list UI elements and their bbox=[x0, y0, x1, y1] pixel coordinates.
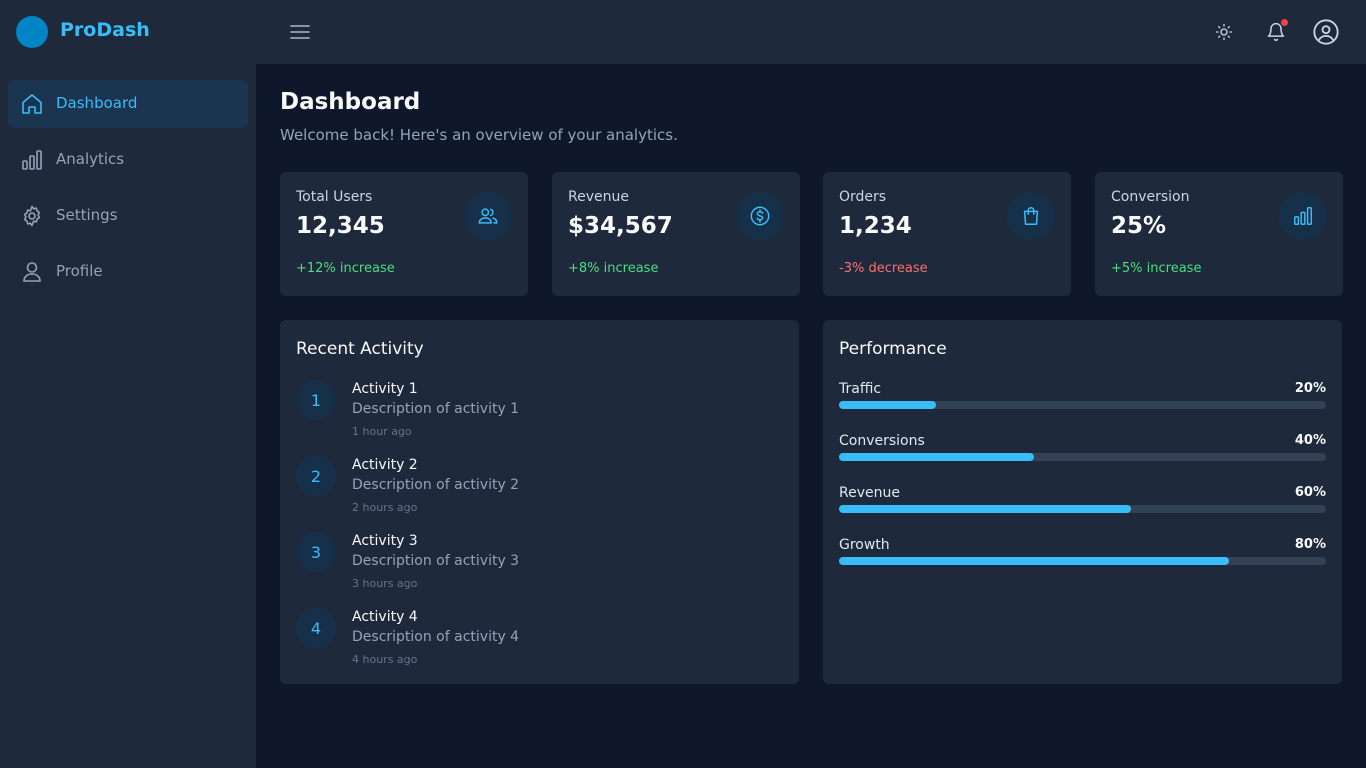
performance-label: Growth bbox=[839, 537, 890, 553]
activity-number-badge: 1 bbox=[296, 380, 336, 420]
progress-fill bbox=[839, 453, 1034, 461]
activity-description: Description of activity 1 bbox=[352, 401, 520, 417]
progress-track bbox=[839, 505, 1326, 513]
sidebar-item-settings[interactable]: Settings bbox=[8, 192, 248, 240]
activity-item[interactable]: 1 Activity 1 Description of activity 1 1… bbox=[296, 380, 776, 452]
stat-label: Orders bbox=[839, 189, 887, 205]
activity-number-badge: 4 bbox=[296, 608, 336, 648]
stat-card-users: Total Users 12,345 +12% increase bbox=[280, 172, 528, 296]
page-subtitle: Welcome back! Here's an overview of your… bbox=[280, 126, 678, 144]
performance-value: 20% bbox=[1294, 381, 1326, 396]
activity-time: 3 hours ago bbox=[352, 577, 418, 590]
shopping-bag-icon bbox=[1023, 207, 1039, 225]
performance-value: 80% bbox=[1294, 537, 1326, 552]
activity-title: Activity 4 bbox=[352, 609, 418, 625]
sidebar-item-label: Profile bbox=[56, 262, 103, 280]
gear-icon bbox=[23, 205, 41, 227]
performance-row-revenue: Revenue 60% bbox=[839, 485, 1326, 525]
panel-title: Performance bbox=[839, 339, 947, 359]
hamburger-icon bbox=[290, 25, 310, 39]
sidebar-item-label: Analytics bbox=[56, 150, 125, 168]
performance-label: Traffic bbox=[839, 381, 882, 397]
profile-menu-button[interactable] bbox=[1312, 18, 1340, 46]
progress-fill bbox=[839, 557, 1229, 565]
stat-change: +8% increase bbox=[568, 261, 659, 276]
user-icon bbox=[23, 262, 41, 282]
activity-description: Description of activity 4 bbox=[352, 629, 520, 645]
stat-value: $34,567 bbox=[568, 213, 673, 239]
activity-item[interactable]: 4 Activity 4 Description of activity 4 4… bbox=[296, 608, 776, 680]
activity-description: Description of activity 3 bbox=[352, 553, 520, 569]
performance-row-traffic: Traffic 20% bbox=[839, 381, 1326, 421]
bar-chart-icon bbox=[22, 150, 42, 170]
recent-activity-panel: Recent Activity 1 Activity 1 Description… bbox=[280, 320, 799, 684]
stat-value: 12,345 bbox=[296, 213, 385, 239]
stat-icon-wrapper bbox=[1279, 192, 1327, 240]
stat-card-orders: Orders 1,234 -3% decrease bbox=[823, 172, 1071, 296]
progress-fill bbox=[839, 401, 937, 409]
panel-title: Recent Activity bbox=[296, 339, 424, 359]
page-title: Dashboard bbox=[280, 89, 421, 115]
activity-title: Activity 1 bbox=[352, 381, 418, 397]
sidebar: Dashboard Analytics Settings Profile bbox=[0, 64, 256, 768]
brand-name: ProDash bbox=[60, 19, 150, 41]
stat-label: Total Users bbox=[296, 189, 373, 205]
performance-panel: Performance Traffic 20% Conversions 40% … bbox=[823, 320, 1342, 684]
sidebar-item-analytics[interactable]: Analytics bbox=[8, 136, 248, 184]
top-header: ProDash bbox=[0, 0, 1366, 64]
performance-label: Conversions bbox=[839, 433, 925, 449]
sidebar-item-profile[interactable]: Profile bbox=[8, 248, 248, 296]
stat-value: 1,234 bbox=[839, 213, 912, 239]
stat-change: -3% decrease bbox=[839, 261, 928, 276]
activity-item[interactable]: 2 Activity 2 Description of activity 2 2… bbox=[296, 456, 776, 528]
activity-time: 1 hour ago bbox=[352, 425, 412, 438]
bar-chart-icon bbox=[1294, 207, 1312, 225]
performance-row-conversions: Conversions 40% bbox=[839, 433, 1326, 473]
progress-track bbox=[839, 557, 1326, 565]
stat-icon-wrapper bbox=[464, 192, 512, 240]
stat-icon-wrapper bbox=[736, 192, 784, 240]
users-icon bbox=[478, 208, 498, 224]
activity-title: Activity 3 bbox=[352, 533, 418, 549]
stat-card-revenue: Revenue $34,567 +8% increase bbox=[552, 172, 800, 296]
user-circle-icon bbox=[1313, 19, 1339, 45]
notification-badge bbox=[1281, 19, 1288, 26]
performance-value: 60% bbox=[1294, 485, 1326, 500]
sidebar-item-label: Dashboard bbox=[56, 94, 138, 112]
stat-value: 25% bbox=[1111, 213, 1167, 239]
theme-toggle-button[interactable] bbox=[1210, 18, 1238, 46]
activity-number-badge: 2 bbox=[296, 456, 336, 496]
performance-row-growth: Growth 80% bbox=[839, 537, 1326, 577]
activity-number-badge: 3 bbox=[296, 532, 336, 572]
activity-title: Activity 2 bbox=[352, 457, 418, 473]
dollar-icon bbox=[750, 206, 770, 226]
stat-label: Revenue bbox=[568, 189, 629, 205]
stat-card-conversion: Conversion 25% +5% increase bbox=[1095, 172, 1343, 296]
stat-change: +12% increase bbox=[296, 261, 395, 276]
sidebar-item-label: Settings bbox=[56, 206, 118, 224]
home-icon bbox=[22, 94, 42, 114]
activity-time: 2 hours ago bbox=[352, 501, 418, 514]
sidebar-item-dashboard[interactable]: Dashboard bbox=[8, 80, 248, 128]
progress-track bbox=[839, 401, 1326, 409]
menu-toggle-button[interactable] bbox=[288, 20, 312, 44]
activity-description: Description of activity 2 bbox=[352, 477, 520, 493]
performance-value: 40% bbox=[1294, 433, 1326, 448]
activity-time: 4 hours ago bbox=[352, 653, 418, 666]
activity-item[interactable]: 3 Activity 3 Description of activity 3 3… bbox=[296, 532, 776, 604]
stat-icon-wrapper bbox=[1007, 192, 1055, 240]
logo-icon bbox=[16, 16, 48, 48]
progress-fill bbox=[839, 505, 1132, 513]
progress-track bbox=[839, 453, 1326, 461]
sun-icon bbox=[1215, 23, 1233, 41]
stat-label: Conversion bbox=[1111, 189, 1190, 205]
notifications-button[interactable] bbox=[1262, 18, 1290, 46]
performance-label: Revenue bbox=[839, 485, 900, 501]
stat-change: +5% increase bbox=[1111, 261, 1202, 276]
